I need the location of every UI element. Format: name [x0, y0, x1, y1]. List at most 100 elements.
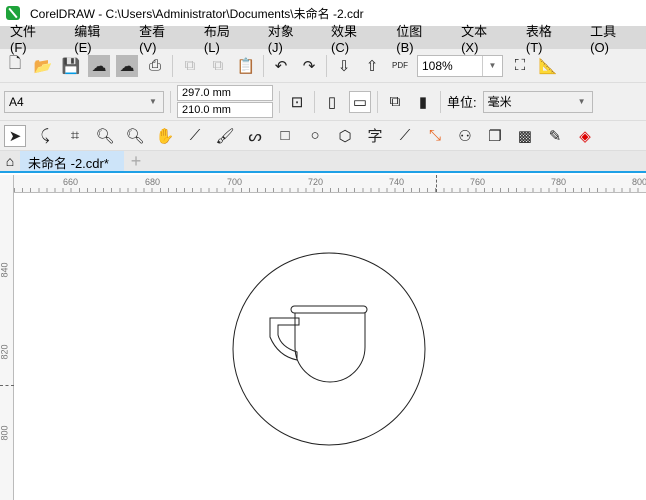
divider — [170, 90, 171, 113]
page-size-select[interactable]: A4 ▼ — [4, 90, 164, 113]
polygon-tool-icon[interactable]: ⬡ — [334, 125, 356, 147]
undo-icon[interactable]: ↶ — [270, 55, 292, 77]
spiral-tool-icon[interactable]: ᔕ — [244, 125, 266, 147]
ruler-ticks — [14, 188, 646, 192]
save-icon[interactable]: 💾 — [60, 55, 82, 77]
new-tab-plus-icon[interactable]: + — [124, 151, 148, 171]
copy-icon[interactable]: ⧉ — [207, 55, 229, 77]
cloud-download-icon[interactable]: ☁ — [88, 54, 110, 77]
divider — [172, 54, 173, 77]
page-dimensions: 297.0 mm 210.0 mm — [177, 85, 273, 118]
new-document-icon[interactable]: 🗋 — [4, 55, 26, 77]
shape-tool-icon[interactable]: ⤹ — [34, 125, 56, 147]
cloud-upload-icon[interactable]: ☁ — [116, 54, 138, 77]
zoom-tool-icon[interactable]: 🔍︎ — [94, 125, 116, 147]
menu-tools[interactable]: 工具(O) — [580, 21, 631, 55]
cup-drawing[interactable] — [15, 194, 646, 500]
cup-rim-shape[interactable] — [290, 305, 368, 314]
unit-value: 毫米 — [487, 95, 512, 109]
page-height-input[interactable]: 297.0 mm — [177, 85, 273, 101]
fill-tool-icon[interactable]: ◈ — [574, 125, 596, 147]
landscape-icon[interactable]: ▭ — [349, 90, 371, 113]
connector-tool-icon[interactable]: ⤡ — [424, 125, 446, 147]
ruler-label: 800 — [632, 177, 646, 187]
freehand-tool-icon[interactable]: ⟋ — [184, 125, 206, 147]
divider — [314, 90, 315, 113]
ruler-label: 800 — [0, 425, 10, 441]
print-icon[interactable]: ⎙ — [144, 55, 166, 77]
menu-text[interactable]: 文本(X) — [451, 21, 501, 55]
current-page-icon[interactable]: ▮ — [412, 91, 434, 113]
export-pdf-icon[interactable]: PDF — [389, 55, 411, 77]
menu-object[interactable]: 对象(J) — [258, 21, 306, 55]
menu-table[interactable]: 表格(T) — [516, 21, 565, 55]
ruler-label: 660 — [63, 177, 79, 187]
options-icon[interactable]: 📐 — [537, 55, 559, 77]
blend-tool-icon[interactable]: ⚇ — [454, 125, 476, 147]
all-pages-icon[interactable]: ⧉ — [384, 91, 406, 113]
page-size-value: A4 — [9, 94, 24, 109]
coreldraw-logo-icon — [6, 6, 20, 20]
unit-select[interactable]: 毫米 ▼ — [482, 90, 593, 113]
menu-bar: 文件(F) 编辑(E) 查看(V) 布局(L) 对象(J) 效果(C) 位图(B… — [0, 24, 646, 55]
divider — [440, 90, 441, 113]
ruler-label: 760 — [470, 177, 486, 187]
paste-icon[interactable]: 📋 — [235, 55, 257, 77]
window-title: CorelDRAW - C:\Users\Administrator\Docum… — [30, 6, 364, 21]
menu-layout[interactable]: 布局(L) — [194, 21, 243, 55]
toolbox: ➤ ⤹ ⌗ 🔍︎ 🔍︎ ✋ ⟋ 🖌 ᔕ □ ○ ⬡ 字 ⟋ ⤡ ⚇ ❐ ▩ ✎ … — [0, 121, 646, 151]
menu-file[interactable]: 文件(F) — [0, 21, 49, 55]
ellipse-tool-icon[interactable]: ○ — [304, 125, 326, 147]
unit-label: 单位: — [447, 95, 477, 110]
page-resize-icon[interactable]: ⊡ — [286, 91, 308, 113]
divider — [377, 90, 378, 113]
zoom-out-tool-icon[interactable]: 🔍︎ — [124, 125, 146, 147]
zoom-level-combo[interactable]: 108% ▼ — [417, 54, 503, 77]
chevron-down-icon[interactable]: ▼ — [143, 92, 163, 112]
chevron-down-icon[interactable]: ▼ — [572, 92, 592, 112]
crop-tool-icon[interactable]: ⌗ — [64, 125, 86, 147]
vertical-ruler[interactable]: 840 820 800 — [0, 175, 14, 500]
transparency-tool-icon[interactable]: ▩ — [514, 125, 536, 147]
menu-edit[interactable]: 编辑(E) — [64, 21, 114, 55]
document-tabs: ⌂ 未命名 -2.cdr* + — [0, 151, 646, 173]
ruler-label: 780 — [551, 177, 567, 187]
export-icon[interactable]: ⇧ — [361, 55, 383, 77]
open-folder-icon[interactable]: 📂 — [32, 55, 54, 77]
brush-tool-icon[interactable]: 🖌 — [214, 125, 236, 147]
drop-shadow-tool-icon[interactable]: ❐ — [484, 125, 506, 147]
menu-effects[interactable]: 效果(C) — [321, 21, 371, 55]
ruler-label: 720 — [308, 177, 324, 187]
menu-view[interactable]: 查看(V) — [129, 21, 179, 55]
page-width-input[interactable]: 210.0 mm — [177, 102, 273, 118]
circle-shape[interactable] — [232, 252, 426, 446]
pick-tool-icon[interactable]: ➤ — [4, 124, 26, 147]
text-tool-icon[interactable]: 字 — [364, 125, 386, 147]
ruler-label: 740 — [389, 177, 405, 187]
dimension-tool-icon[interactable]: ⟋ — [394, 125, 416, 147]
cursor-marker — [0, 385, 14, 386]
tab-document[interactable]: 未命名 -2.cdr* — [20, 151, 124, 171]
ruler-label: 840 — [0, 262, 10, 278]
rectangle-tool-icon[interactable]: □ — [274, 125, 296, 147]
home-icon[interactable]: ⌂ — [0, 151, 20, 171]
redo-icon[interactable]: ↷ — [298, 55, 320, 77]
drawing-canvas[interactable] — [15, 194, 646, 500]
cut-icon[interactable]: ⧉ — [179, 55, 201, 77]
import-icon[interactable]: ⇩ — [333, 55, 355, 77]
full-screen-icon[interactable]: ⛶ — [509, 55, 531, 77]
pan-tool-icon[interactable]: ✋ — [154, 125, 176, 147]
eyedropper-tool-icon[interactable]: ✎ — [544, 125, 566, 147]
divider — [279, 90, 280, 113]
portrait-icon[interactable]: ▯ — [321, 91, 343, 113]
ruler-label: 700 — [227, 177, 243, 187]
page-width-value: 210.0 mm — [182, 104, 231, 116]
divider — [263, 54, 264, 77]
chevron-down-icon[interactable]: ▼ — [482, 55, 502, 76]
property-bar: A4 ▼ 297.0 mm 210.0 mm ⊡ ▯ ▭ ⧉ ▮ 单位: 毫米 ▼ — [0, 83, 646, 121]
zoom-value: 108% — [422, 58, 453, 73]
menu-bitmaps[interactable]: 位图(B) — [386, 21, 436, 55]
ruler-label: 820 — [0, 344, 10, 360]
cup-body-shape[interactable] — [294, 313, 366, 383]
horizontal-ruler[interactable]: 660 680 700 720 740 760 780 800 — [14, 175, 646, 193]
